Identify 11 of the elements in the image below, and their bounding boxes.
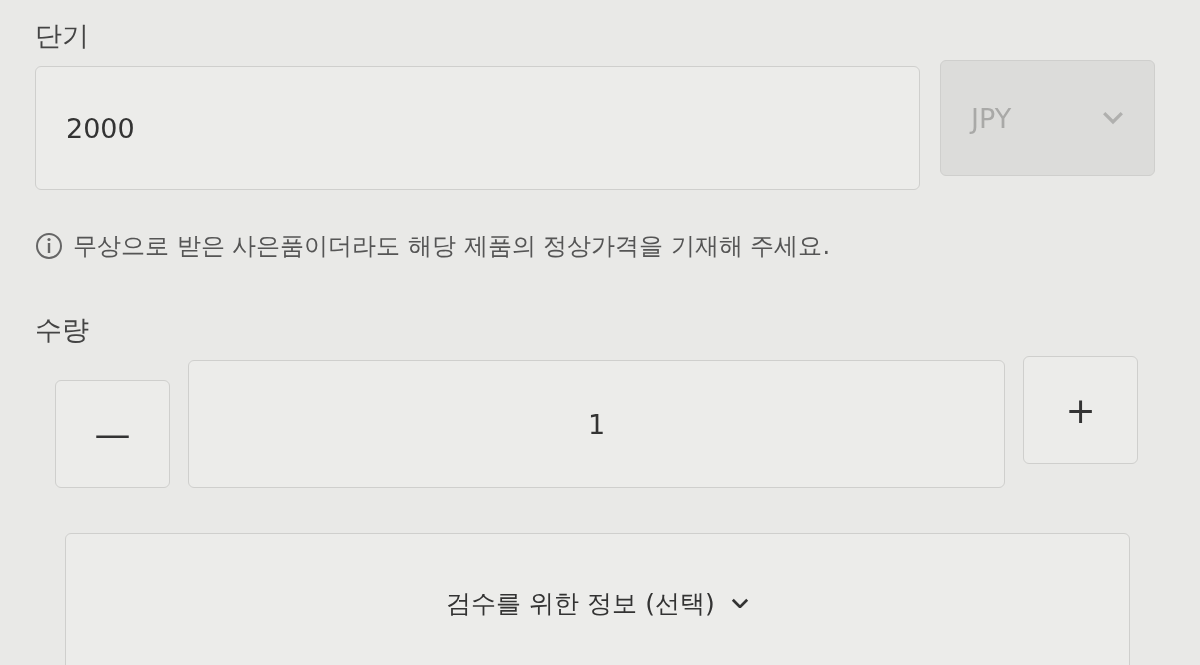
chevron-icon (1102, 111, 1124, 125)
hint-text: 무상으로 받은 사은품이더라도 해당 제품의 정상가격을 기재해 주세요. (73, 231, 831, 262)
field-label: 단기 (35, 19, 90, 53)
chevron-icon (730, 597, 749, 609)
details-accordion[interactable]: 검수를 위한 정보 (선택) (65, 533, 1130, 665)
price-field[interactable]: 2000 (35, 66, 920, 190)
field-label: 수량 (35, 313, 90, 347)
increment-button[interactable]: + (1023, 356, 1138, 464)
info-icon (35, 232, 63, 260)
quantity-field[interactable]: 1 (188, 360, 1005, 488)
decrement-button[interactable]: — (55, 380, 170, 488)
